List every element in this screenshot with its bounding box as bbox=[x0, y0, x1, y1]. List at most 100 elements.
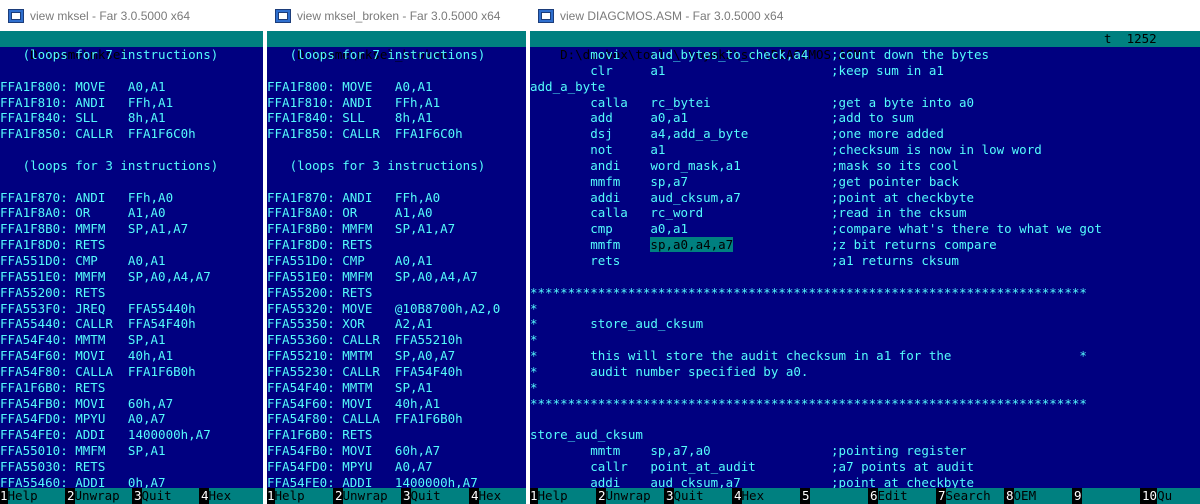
function-key-label: Search bbox=[945, 488, 1004, 504]
text-line: ****************************************… bbox=[530, 395, 1087, 411]
text-line bbox=[267, 174, 526, 190]
function-key-f3[interactable]: 3 Quit bbox=[134, 488, 199, 504]
text-line: FFA54FE0: ADDI 1400000h,A7 bbox=[0, 427, 211, 443]
text-line: ****************************************… bbox=[530, 284, 1087, 300]
title-bar[interactable]: view mksel - Far 3.0.5000 x64 bbox=[0, 0, 263, 31]
title-bar[interactable]: view DIAGCMOS.ASM - Far 3.0.5000 x64 bbox=[530, 0, 1200, 31]
text-line: FFA1F800: MOVE A0,A1 bbox=[0, 78, 166, 94]
text-line: addi aud_cksum,a7 ;point at checkbyte bbox=[530, 189, 975, 205]
text-line: FFA55230: CALLR FFA54F40h bbox=[267, 363, 463, 379]
text-line bbox=[530, 269, 1200, 285]
function-key-label: Unwrap bbox=[605, 488, 664, 504]
text-line: FFA553F0: JREQ FFA55440h bbox=[0, 300, 196, 316]
function-key-bar: 1 Help 2 Unwrap 3 Quit 4 Hex bbox=[0, 488, 263, 504]
text-line: * store_aud_cksum bbox=[530, 316, 704, 332]
function-key-number: 7 bbox=[938, 488, 946, 504]
function-key-label: Help bbox=[274, 488, 333, 504]
function-key-number: 3 bbox=[666, 488, 674, 504]
search-match-highlight: sp,a0,a4,a7 bbox=[650, 237, 734, 253]
text-line: FFA55010: MMFM SP,A1 bbox=[0, 443, 166, 459]
text-line: FFA1F8A0: OR A1,A0 bbox=[0, 205, 166, 221]
function-key-f1[interactable]: 1 Help bbox=[0, 488, 65, 504]
function-key-label: Hex bbox=[208, 488, 263, 504]
text-line bbox=[267, 142, 526, 158]
function-key-label bbox=[1081, 488, 1140, 504]
text-line: FFA55440: CALLR FFA54F40h bbox=[0, 316, 196, 332]
text-line: FFA55360: CALLR FFA55210h bbox=[267, 332, 463, 348]
function-key-label: Quit bbox=[673, 488, 732, 504]
text-line: FFA54FB0: MOVI 60h,A7 bbox=[267, 443, 441, 459]
function-key-f4[interactable]: 4 Hex bbox=[201, 488, 263, 504]
function-key-number: 10 bbox=[1142, 488, 1158, 504]
text-line: FFA55030: RETS bbox=[0, 458, 106, 474]
function-key-f3[interactable]: 3 Quit bbox=[666, 488, 732, 504]
title-bar[interactable]: view mksel_broken - Far 3.0.5000 x64 bbox=[267, 0, 526, 31]
text-line: FFA1F840: SLL 8h,A1 bbox=[267, 110, 433, 126]
text-line: FFA54F60: MOVI 40h,A1 bbox=[0, 348, 174, 364]
text-line: addi aud_cksum,a7 ;point at checkbyte bbox=[530, 474, 975, 488]
text-line: FFA55460: ADDI 0h,A7 bbox=[0, 474, 166, 488]
text-line: FFA54F40: MMTM SP,A1 bbox=[0, 332, 166, 348]
far-viewer-window-icon bbox=[538, 8, 554, 23]
window-title: view mksel - Far 3.0.5000 x64 bbox=[30, 8, 191, 23]
text-line: FFA1F850: CALLR FFA1F6C0h bbox=[0, 126, 196, 142]
function-key-bar: 1 Help 2 Unwrap 3 Quit 4 Hex 5 6 Edit 7 Search 8 OEM 9 1… bbox=[530, 488, 1200, 504]
text-line: not a1 ;checksum is now in low word bbox=[530, 142, 1042, 158]
text-line: FFA1F800: MOVE A0,A1 bbox=[267, 78, 433, 94]
function-key-number: 9 bbox=[1074, 488, 1082, 504]
text-line: FFA54FB0: MOVI 60h,A7 bbox=[0, 395, 174, 411]
file-content[interactable]: movi aud_bytes_to_check,a4 ;count down t… bbox=[530, 47, 1200, 488]
text-line: calla rc_bytei ;get a byte into a0 bbox=[530, 94, 975, 110]
function-key-label: Unwrap bbox=[342, 488, 401, 504]
text-line: dsj a4,add_a_byte ;one more added bbox=[530, 126, 944, 142]
text-line: mmfm sp,a7 ;get pointer back bbox=[530, 173, 959, 189]
function-key-label: Edit bbox=[877, 488, 936, 504]
function-key-f4[interactable]: 4 Hex bbox=[471, 488, 526, 504]
text-line: FFA54FD0: MPYU A0,A7 bbox=[0, 411, 166, 427]
function-key-number: 3 bbox=[403, 488, 411, 504]
text-line: FFA1F810: ANDI FFh,A1 bbox=[267, 94, 441, 110]
text-line: mmfm sp,a0,a4,a7 ;z bit returns compare bbox=[530, 237, 997, 253]
text-line: * bbox=[530, 300, 538, 316]
function-key-f7[interactable]: 7 Search bbox=[938, 488, 1004, 504]
text-line: rets ;a1 returns cksum bbox=[530, 252, 959, 268]
file-content[interactable]: (loops for 7 instructions) FFA1F800: MOVE… bbox=[0, 47, 263, 488]
far-viewer-window-icon bbox=[8, 8, 24, 23]
text-line: FFA551D0: CMP A0,A1 bbox=[267, 252, 433, 268]
text-line: FFA1F850: CALLR FFA1F6C0h bbox=[267, 126, 463, 142]
text-line bbox=[530, 411, 1200, 427]
function-key-f6[interactable]: 6 Edit bbox=[870, 488, 936, 504]
text-line: FFA54F60: MOVI 40h,A1 bbox=[267, 395, 441, 411]
text-line: FFA54F80: CALLA FFA1F6B0h bbox=[267, 411, 463, 427]
codepage-status: t 1252 bbox=[1104, 31, 1157, 46]
text-line: FFA1F810: ANDI FFh,A1 bbox=[0, 94, 174, 110]
text-line: FFA1F870: ANDI FFh,A0 bbox=[0, 189, 174, 205]
function-key-f5[interactable]: 5 bbox=[802, 488, 868, 504]
function-key-label: OEM bbox=[1013, 488, 1072, 504]
function-key-f2[interactable]: 2 Unwrap bbox=[335, 488, 401, 504]
function-key-f4[interactable]: 4 Hex bbox=[734, 488, 800, 504]
text-line: FFA1F6B0: RETS bbox=[0, 379, 106, 395]
text-line: FFA55350: XOR A2,A1 bbox=[267, 316, 433, 332]
function-key-f1[interactable]: 1 Help bbox=[267, 488, 333, 504]
function-key-f3[interactable]: 3 Quit bbox=[403, 488, 469, 504]
file-content[interactable]: (loops for 7 instructions) FFA1F800: MOVE… bbox=[267, 47, 526, 488]
function-key-f10[interactable]: 10 Qu bbox=[1142, 488, 1200, 504]
text-line: * bbox=[530, 332, 538, 348]
function-key-f9[interactable]: 9 bbox=[1074, 488, 1140, 504]
text-line: FFA1F870: ANDI FFh,A0 bbox=[267, 189, 441, 205]
text-line: FFA551E0: MMFM SP,A0,A4,A7 bbox=[0, 268, 211, 284]
text-line: cmp a0,a1 ;compare what's there to what … bbox=[530, 221, 1102, 237]
function-key-f2[interactable]: 2 Unwrap bbox=[67, 488, 132, 504]
text-line: (loops for 7 instructions) bbox=[0, 47, 219, 62]
function-key-f8[interactable]: 8 OEM bbox=[1006, 488, 1072, 504]
function-key-number: 5 bbox=[802, 488, 810, 504]
text-line: FFA1F8D0: RETS bbox=[0, 237, 106, 253]
text-line: * this will store the audit checksum in … bbox=[530, 348, 1087, 364]
function-key-label: Help bbox=[7, 488, 65, 504]
function-key-f2[interactable]: 2 Unwrap bbox=[598, 488, 664, 504]
function-key-f1[interactable]: 1 Help bbox=[530, 488, 596, 504]
function-key-number: 2 bbox=[598, 488, 606, 504]
text-line: FFA54FE0: ADDI 1400000h,A7 bbox=[267, 474, 478, 488]
text-line: andi word_mask,a1 ;mask so its cool bbox=[530, 157, 959, 173]
